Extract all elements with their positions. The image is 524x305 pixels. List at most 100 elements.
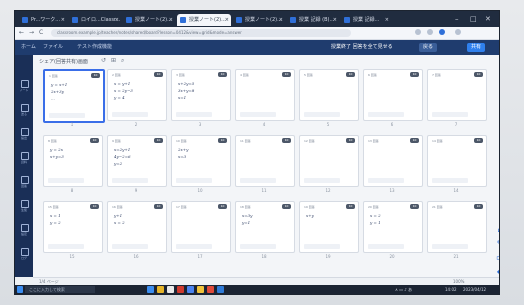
answer-card[interactable]: 8 回答 10 y = 2x x+y=3 [43, 135, 103, 187]
tab-close-icon[interactable]: × [385, 14, 389, 26]
slide-icon[interactable]: ▭ [495, 253, 499, 263]
card-comment-field[interactable] [432, 244, 468, 249]
office-icon[interactable] [177, 286, 184, 293]
file-explorer-icon[interactable] [157, 286, 164, 293]
extension-icon[interactable] [415, 29, 421, 35]
menu-icon[interactable] [455, 29, 461, 35]
menu-test[interactable]: テスト作成機能 [77, 40, 112, 55]
card-comment-field[interactable] [432, 178, 468, 183]
sidebar-item-answer[interactable]: 回答 [17, 175, 31, 191]
answer-card[interactable]: 4 回答 10 [235, 69, 295, 121]
menu-home[interactable]: ホーム [21, 40, 36, 55]
answer-card[interactable]: 6 回答 10 [363, 69, 423, 121]
answer-card[interactable]: 7 回答 10 [427, 69, 487, 121]
tab-close-icon[interactable]: × [115, 14, 119, 26]
answer-card[interactable]: 21 回答 10 [427, 201, 487, 253]
tab-close-icon[interactable]: × [61, 14, 65, 26]
card-comment-field[interactable] [240, 178, 276, 183]
extension-icon[interactable] [427, 29, 433, 35]
app-icon[interactable] [217, 286, 224, 293]
minimize-button[interactable]: – [455, 14, 459, 24]
tab-close-icon[interactable]: × [333, 14, 337, 26]
answer-card[interactable]: 12 回答 10 [299, 135, 359, 187]
reload-button[interactable]: C [39, 28, 43, 38]
store-icon[interactable] [167, 286, 174, 293]
home-icon[interactable]: ⌂ [495, 225, 499, 235]
card-comment-field[interactable] [48, 244, 84, 249]
taskbar-search-input[interactable]: ここに入力して検索 [25, 286, 95, 293]
header-status-text[interactable]: 授業終了 回答を全て見せる [331, 40, 393, 55]
share-button[interactable]: 共有 [467, 43, 486, 52]
browser-tab[interactable]: ロイロ...Classr... × [69, 14, 121, 26]
app-icon[interactable] [207, 286, 214, 293]
card-comment-field[interactable] [304, 112, 340, 117]
forward-button[interactable]: → [29, 28, 34, 38]
card-comment-field[interactable] [368, 112, 404, 117]
card-comment-field[interactable] [368, 244, 404, 249]
card-comment-field[interactable] [304, 178, 340, 183]
pen-icon[interactable]: ✎ [495, 239, 499, 249]
taskbar-tray-icons[interactable]: ∧ ▭ ♪ あ [395, 285, 412, 294]
close-window-button[interactable]: ✕ [485, 14, 491, 24]
card-comment-field[interactable] [240, 112, 276, 117]
answer-card[interactable]: 19 回答 10 x+y [299, 201, 359, 253]
card-comment-field[interactable] [112, 112, 148, 117]
answer-card[interactable]: 11 回答 10 [235, 135, 295, 187]
answer-card[interactable]: 15 回答 10 x = 1 y = 2 [43, 201, 103, 253]
sidebar-item-note[interactable]: ノート [17, 79, 31, 95]
tab-close-icon[interactable]: × [225, 14, 229, 26]
sidebar-item-material[interactable]: 資料 [17, 151, 31, 167]
answer-card[interactable]: 1 回答 10 y = x+1 2x+3y... [43, 69, 105, 123]
sidebar-item-log[interactable]: ログ [17, 247, 31, 263]
browser-tab[interactable]: 授業ノート(2)... × [123, 14, 175, 26]
browser-tab-active[interactable]: 授業ノート(2)... × [177, 14, 231, 26]
app-icon[interactable] [187, 286, 194, 293]
sidebar-item-settings[interactable]: 設定 [17, 223, 31, 239]
answer-card[interactable]: 13 回答 10 [363, 135, 423, 187]
sidebar-item-send[interactable]: 送る [17, 103, 31, 119]
card-comment-field[interactable] [176, 112, 212, 117]
card-comment-field[interactable] [112, 244, 148, 249]
browser-tab[interactable]: 授業 記録 (B)... × [287, 14, 339, 26]
chrome-icon[interactable] [197, 286, 204, 293]
url-input[interactable]: classroom.example.jp/teacher/notes/share… [51, 29, 351, 37]
card-comment-field[interactable] [112, 178, 148, 183]
shape-icon[interactable]: ◆ [495, 267, 499, 277]
answer-card[interactable]: 18 回答 10 x=3y y=1 [235, 201, 295, 253]
card-comment-field[interactable] [240, 244, 276, 249]
browser-tab[interactable]: 授業 記録... × [341, 14, 391, 26]
card-comment-field[interactable] [304, 244, 340, 249]
tab-close-icon[interactable]: × [279, 14, 283, 26]
sidebar-item-students[interactable]: 生徒 [17, 199, 31, 215]
answer-card[interactable]: 3 回答 10 x+2y=5 3x+y=8 x=1 [171, 69, 231, 121]
tab-close-icon[interactable]: × [169, 14, 173, 26]
card-comment-field[interactable] [368, 178, 404, 183]
card-comment-field[interactable] [176, 244, 212, 249]
browser-tab[interactable]: 授業ノート(2)... × [233, 14, 285, 26]
back-app-button[interactable]: 戻る [419, 43, 438, 52]
windows-start-icon[interactable] [17, 286, 23, 293]
answer-card[interactable]: 16 回答 10 y+1 x = 2 [107, 201, 167, 253]
answer-card[interactable]: 5 回答 10 [299, 69, 359, 121]
sidebar-item-submit[interactable]: 提出 [17, 127, 31, 143]
card-comment-field[interactable] [48, 178, 84, 183]
profile-avatar[interactable] [439, 29, 445, 35]
edge-icon[interactable] [147, 286, 154, 293]
answer-card[interactable]: 14 回答 10 [427, 135, 487, 187]
answer-card[interactable]: 2 回答 10 x = y+1 x = 2y−3 y = 4 [107, 69, 167, 121]
card-comment-field[interactable] [432, 112, 468, 117]
card-badge: 10 [218, 204, 227, 209]
menu-file[interactable]: ファイル [43, 40, 63, 55]
back-button[interactable]: ← [19, 28, 24, 38]
answer-card[interactable]: 17 回答 10 [171, 201, 231, 253]
card-comment-field[interactable] [176, 178, 212, 183]
answer-card[interactable]: 9 回答 10 x=2y+1 4y−2=6 y=2 [107, 135, 167, 187]
refresh-icon[interactable]: ↺ [101, 57, 106, 64]
card-comment-field[interactable] [49, 113, 85, 118]
answer-card[interactable]: 20 回答 10 x = 2 y = 1 [363, 201, 423, 253]
maximize-button[interactable]: □ [470, 14, 477, 24]
grid-icon[interactable]: ⊞ [111, 57, 116, 64]
search-icon[interactable]: ⌕ [121, 57, 124, 65]
answer-card[interactable]: 10 回答 10 2x+y x=3 [171, 135, 231, 187]
browser-tab[interactable]: Pr...ワーク... × [19, 14, 67, 26]
